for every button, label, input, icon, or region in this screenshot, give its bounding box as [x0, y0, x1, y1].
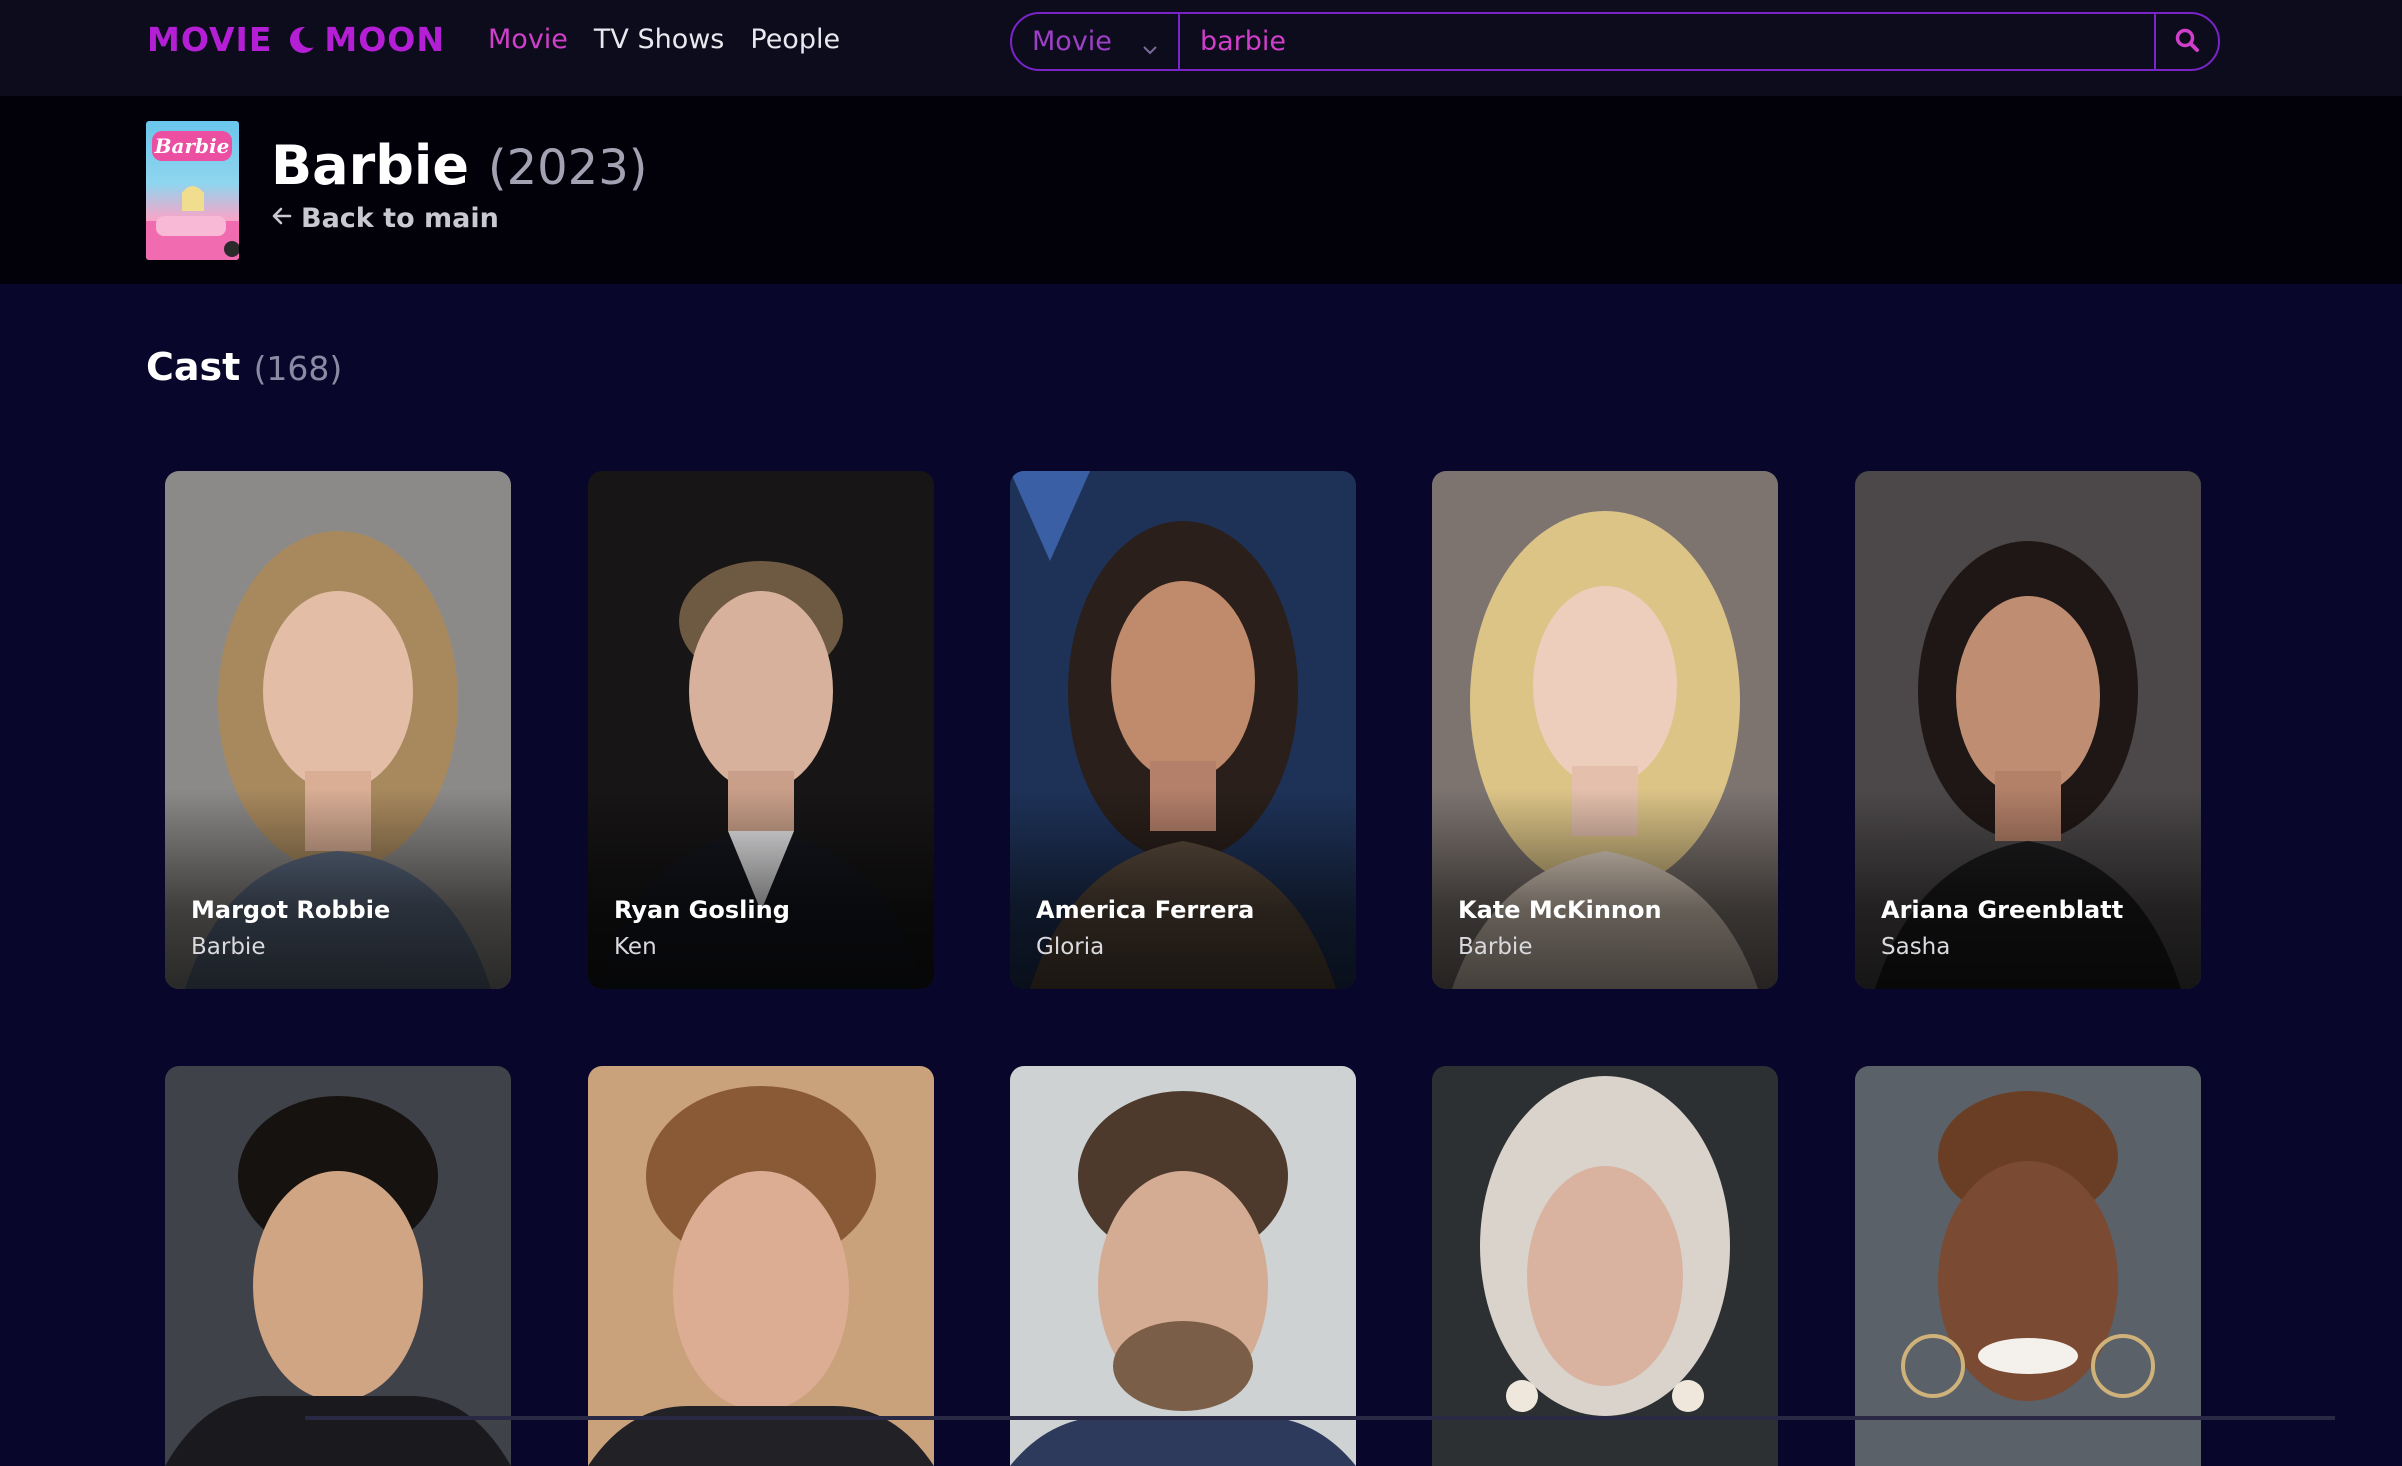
cast-card[interactable]: Kate McKinnon Barbie — [1432, 471, 1778, 989]
cast-heading: Cast (168) — [146, 345, 342, 389]
search-button[interactable] — [2154, 14, 2218, 69]
main-nav: Movie TV Shows People — [488, 24, 840, 55]
cast-name: Margot Robbie — [191, 896, 391, 924]
cast-card[interactable] — [165, 1066, 511, 1466]
cast-card[interactable] — [1010, 1066, 1356, 1466]
cast-card[interactable]: Margot Robbie Barbie — [165, 471, 511, 989]
cast-photo — [1010, 1066, 1356, 1466]
nav-link-tv-shows[interactable]: TV Shows — [594, 24, 724, 55]
cast-photo — [588, 1066, 934, 1466]
cast-heading-label: Cast — [146, 345, 241, 389]
cast-photo — [165, 1066, 511, 1466]
scrollbar-track[interactable] — [305, 1416, 2335, 1420]
cast-role: Sasha — [1881, 934, 1951, 960]
movie-title: Barbie — [271, 134, 470, 197]
cast-card[interactable]: Ryan Gosling Ken — [588, 471, 934, 989]
movie-poster: Barbie — [146, 121, 239, 260]
navbar: MOVIE MOON Movie TV Shows People Movie — [0, 0, 2402, 96]
nav-link-people[interactable]: People — [750, 24, 840, 55]
cast-card[interactable] — [1432, 1066, 1778, 1466]
back-label: Back to main — [301, 203, 499, 234]
logo-text-right: MOON — [324, 19, 445, 59]
cast-photo — [1432, 1066, 1778, 1466]
cast-name: Kate McKinnon — [1458, 896, 1662, 924]
logo[interactable]: MOVIE MOON — [147, 18, 445, 60]
movie-year: (2023) — [487, 140, 648, 196]
cast-role: Ken — [614, 934, 657, 960]
chevron-down-icon — [1142, 34, 1158, 54]
cast-card[interactable]: America Ferrera Gloria — [1010, 471, 1356, 989]
moon-icon — [288, 24, 322, 54]
cast-card[interactable] — [588, 1066, 934, 1466]
logo-text-left: MOVIE — [147, 19, 273, 59]
cast-name: Ariana Greenblatt — [1881, 896, 2124, 924]
cast-name: Ryan Gosling — [614, 896, 790, 924]
cast-role: Barbie — [1458, 934, 1533, 960]
search-input[interactable] — [1180, 14, 2154, 69]
cast-role: Gloria — [1036, 934, 1105, 960]
cast-count: (168) — [253, 349, 343, 388]
search-category-select[interactable]: Movie — [1012, 14, 1180, 69]
movie-header: Barbie Barbie (2023) Back to main — [0, 96, 2402, 284]
arrow-left-icon — [271, 203, 293, 234]
cast-role: Barbie — [191, 934, 266, 960]
cast-card[interactable] — [1855, 1066, 2201, 1466]
nav-link-movie[interactable]: Movie — [488, 24, 568, 55]
search-icon — [2174, 27, 2200, 57]
cast-photo — [1855, 1066, 2201, 1466]
movie-title-row: Barbie (2023) — [271, 134, 647, 197]
back-to-main-link[interactable]: Back to main — [271, 203, 499, 234]
search-bar: Movie — [1010, 12, 2220, 71]
cast-card[interactable]: Ariana Greenblatt Sasha — [1855, 471, 2201, 989]
cast-name: America Ferrera — [1036, 896, 1255, 924]
search-category-value: Movie — [1032, 26, 1112, 57]
